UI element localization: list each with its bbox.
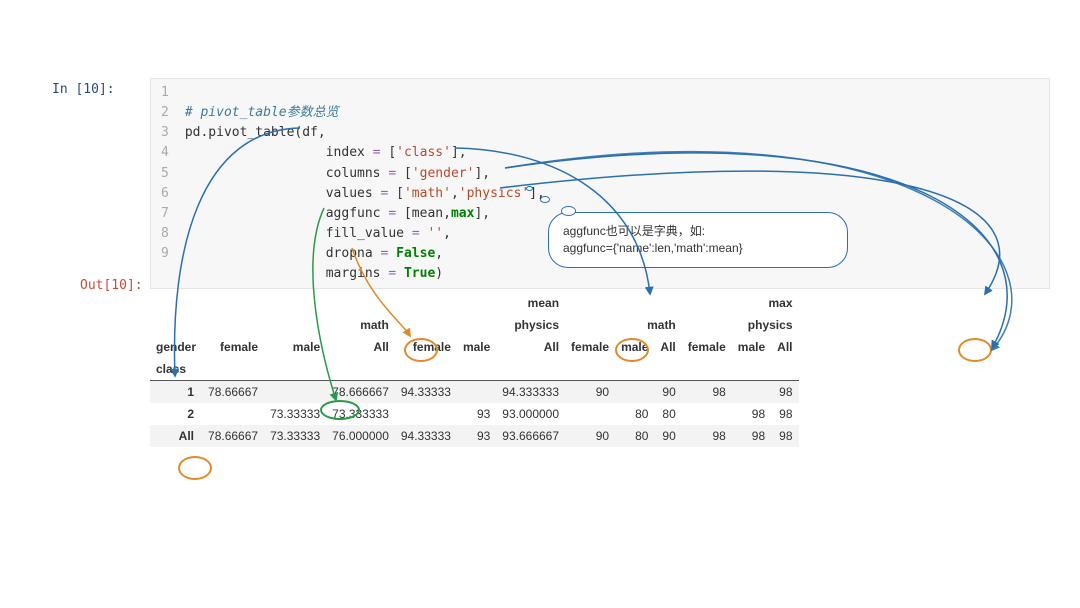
bubble-icon [561, 206, 576, 216]
prompt-in: In [10]: [52, 82, 115, 97]
annotation-callout: aggfunc也可以是字典，如: aggfunc={'name':len,'ma… [548, 212, 848, 268]
table-row: 2 73.3333373.333333 9393.000000 8080 989… [150, 403, 799, 425]
code-body: # pivot_table参数总览 pd.pivot_table(df, ind… [179, 79, 555, 288]
bubble-icon [526, 186, 533, 191]
highlight-ring [958, 338, 992, 362]
code-gutter: 123 456 789 [151, 79, 179, 288]
notebook-cell: In [10]: Out[10]: 123 456 789 # pivot_ta… [0, 0, 1080, 608]
output-pivot-table: mean max math physics math physics gende… [150, 292, 799, 447]
table-row: All 78.6666773.3333376.000000 94.3333393… [150, 425, 799, 447]
bubble-icon [540, 196, 550, 203]
prompt-out: Out[10]: [80, 278, 143, 293]
highlight-ring [178, 456, 212, 480]
table-row: 1 78.6666778.666667 94.3333394.333333 90… [150, 381, 799, 404]
